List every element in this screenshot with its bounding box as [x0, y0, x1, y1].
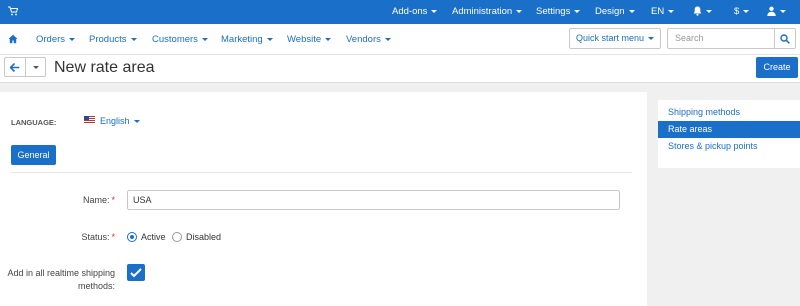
nav-website[interactable]: Website	[287, 24, 332, 55]
chevron-down-icon	[668, 9, 675, 13]
checkmark-icon	[130, 268, 142, 278]
chevron-down-icon	[384, 37, 391, 41]
page-title: New rate area	[54, 59, 155, 76]
menu-design[interactable]: Design	[595, 0, 635, 24]
tab-general[interactable]: General	[11, 145, 56, 165]
back-button[interactable]	[4, 57, 26, 77]
status-disabled-radio[interactable]	[172, 232, 182, 242]
sidebar-item-rate-areas[interactable]: Rate areas	[658, 121, 800, 138]
menu-administration[interactable]: Administration	[452, 0, 523, 24]
arrow-left-icon	[10, 63, 20, 72]
menu-language[interactable]: EN	[651, 0, 675, 24]
required-marker: *	[111, 195, 115, 205]
name-field[interactable]: USA	[127, 190, 620, 210]
chevron-down-icon	[325, 37, 332, 41]
bell-icon	[693, 6, 702, 17]
nav-marketing-label: Marketing	[221, 34, 263, 45]
status-label: Status: *	[11, 232, 115, 242]
tab-divider	[11, 172, 632, 173]
chevron-down-icon	[516, 9, 523, 13]
language-label: LANGUAGE:	[11, 118, 57, 127]
sidebar-item-stores-pickup[interactable]: Stores & pickup points	[658, 138, 800, 155]
quick-start-label: Quick start menu	[575, 33, 645, 43]
menu-administration-label: Administration	[452, 6, 513, 17]
menu-design-label: Design	[595, 6, 625, 17]
status-label-text: Status:	[81, 232, 110, 242]
back-history-dropdown[interactable]	[26, 57, 46, 77]
search-icon	[780, 34, 790, 44]
create-button[interactable]: Create	[756, 57, 798, 78]
chevron-down-icon	[130, 37, 137, 41]
menu-add-ons-label: Add-ons	[392, 6, 428, 17]
menu-settings-label: Settings	[536, 6, 571, 17]
name-label-text: Name:	[82, 195, 110, 205]
chevron-down-icon	[266, 37, 273, 41]
nav-marketing[interactable]: Marketing	[221, 24, 273, 55]
user-icon	[767, 7, 776, 17]
language-selector[interactable]: English	[100, 116, 140, 126]
page-header: New rate area Create	[0, 55, 800, 83]
chevron-down-icon	[133, 120, 140, 124]
menu-language-label: EN	[651, 6, 665, 17]
home-icon[interactable]	[8, 34, 18, 44]
realtime-label-line1: Add in all realtime shipping	[7, 268, 115, 278]
sidebar: Shipping methods Rate areas Stores & pic…	[656, 92, 800, 306]
chevron-down-icon	[32, 66, 39, 70]
menu-currency[interactable]: $	[734, 0, 750, 24]
chevron-down-icon	[574, 9, 581, 13]
chevron-down-icon	[201, 37, 208, 41]
required-marker: *	[111, 232, 115, 242]
chevron-down-icon	[69, 37, 76, 41]
menu-notifications[interactable]	[693, 0, 712, 24]
cart-icon[interactable]	[8, 6, 18, 16]
language-value: English	[100, 116, 130, 126]
chevron-down-icon	[431, 9, 438, 13]
nav-vendors-label: Vendors	[346, 34, 381, 45]
search-input[interactable]: Search	[667, 28, 774, 49]
main-navigation: Orders Products Customers Marketing Webs…	[0, 24, 800, 55]
us-flag-icon	[84, 116, 95, 123]
nav-products[interactable]: Products	[89, 24, 137, 55]
nav-vendors[interactable]: Vendors	[346, 24, 391, 55]
chevron-down-icon	[706, 9, 712, 13]
search-button[interactable]	[774, 28, 796, 49]
status-disabled-label[interactable]: Disabled	[186, 232, 221, 242]
chevron-down-icon	[780, 9, 786, 13]
menu-add-ons[interactable]: Add-ons	[392, 0, 438, 24]
nav-orders-label: Orders	[36, 34, 66, 45]
nav-products-label: Products	[89, 34, 127, 45]
realtime-label-line2: methods:	[77, 281, 115, 291]
realtime-shipping-label: Add in all realtime shipping methods:	[0, 267, 115, 293]
status-active-label[interactable]: Active	[141, 232, 166, 242]
chevron-down-icon	[628, 9, 635, 13]
main-content: LANGUAGE: English General Name: * USA Sta…	[0, 92, 647, 306]
chevron-down-icon	[648, 37, 655, 41]
nav-customers[interactable]: Customers	[152, 24, 208, 55]
menu-settings[interactable]: Settings	[536, 0, 581, 24]
nav-customers-label: Customers	[152, 34, 198, 45]
menu-user[interactable]	[767, 0, 786, 24]
name-label: Name: *	[11, 195, 115, 205]
chevron-down-icon	[743, 9, 750, 13]
nav-website-label: Website	[287, 34, 322, 45]
realtime-shipping-checkbox[interactable]	[127, 264, 145, 281]
menu-currency-label: $	[734, 6, 740, 17]
status-active-radio[interactable]	[127, 232, 137, 242]
quick-start-menu-button[interactable]: Quick start menu	[569, 28, 661, 49]
top-admin-bar: Add-ons Administration Settings Design E…	[0, 0, 800, 24]
nav-orders[interactable]: Orders	[36, 24, 76, 55]
sidebar-item-shipping-methods[interactable]: Shipping methods	[658, 104, 800, 121]
